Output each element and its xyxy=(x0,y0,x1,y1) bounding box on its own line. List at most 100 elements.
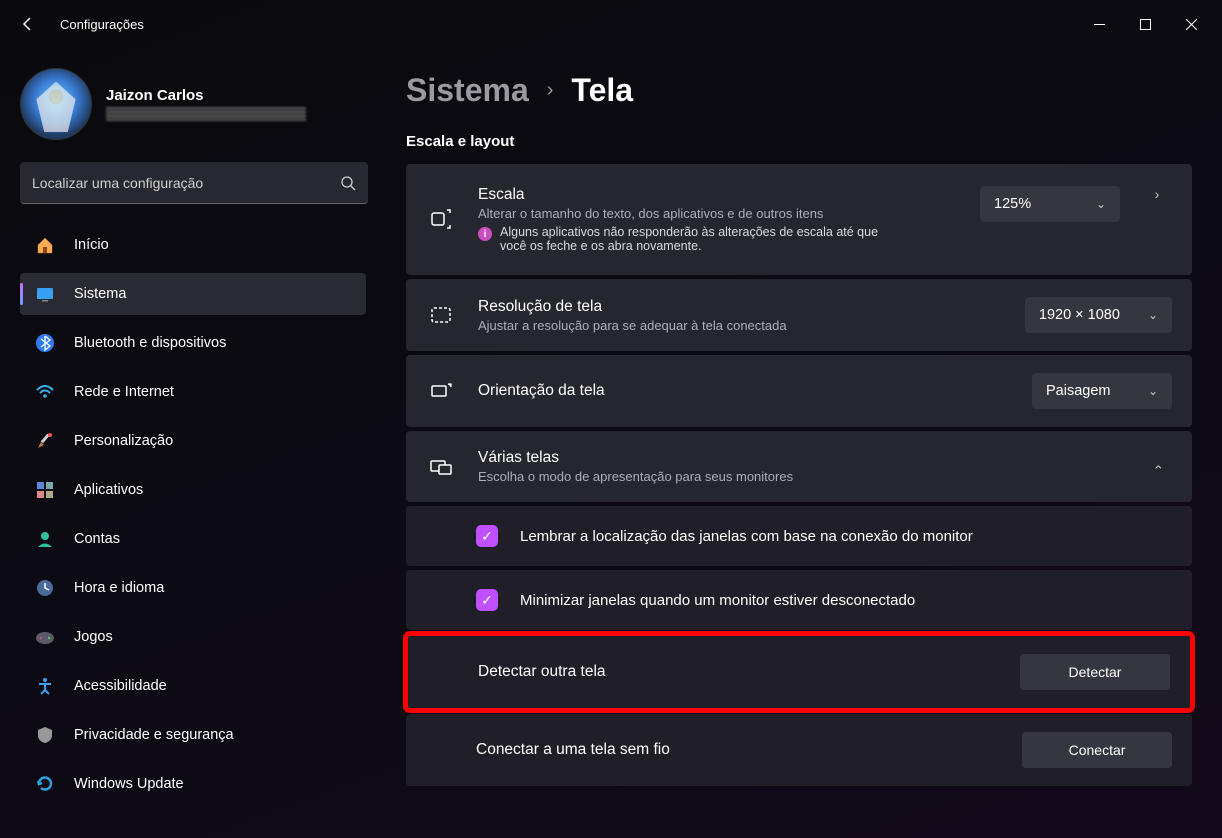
sidebar-item-personalization[interactable]: Personalização xyxy=(20,420,366,462)
sidebar-item-label: Sistema xyxy=(74,286,126,302)
card-title: Resolução de tela xyxy=(478,298,1003,316)
search-icon xyxy=(340,175,356,191)
sidebar-item-home[interactable]: Início xyxy=(20,224,366,266)
window-title: Configurações xyxy=(60,17,144,32)
sidebar-nav[interactable]: Início Sistema Bluetooth e dispositivos … xyxy=(20,224,372,838)
bluetooth-icon xyxy=(34,332,56,354)
close-icon xyxy=(1186,19,1197,30)
sidebar-item-label: Bluetooth e dispositivos xyxy=(74,335,226,351)
avatar xyxy=(20,68,92,140)
card-title: Várias telas xyxy=(478,449,1120,467)
breadcrumb-current: Tela xyxy=(571,72,633,109)
card-connect-wireless[interactable]: Conectar a uma tela sem fio Conectar xyxy=(406,714,1192,786)
card-minimize-on-disconnect[interactable]: ✓ Minimizar janelas quando um monitor es… xyxy=(406,570,1192,630)
card-title: Orientação da tela xyxy=(478,382,1010,400)
sidebar-item-label: Rede e Internet xyxy=(74,384,174,400)
maximize-icon xyxy=(1140,19,1151,30)
shield-icon xyxy=(34,724,56,746)
card-scale[interactable]: Escala Alterar o tamanho do texto, dos a… xyxy=(406,164,1192,275)
sidebar-item-label: Personalização xyxy=(74,433,173,449)
card-orientation[interactable]: Orientação da tela Paisagem ⌄ xyxy=(406,355,1192,427)
sidebar-item-system[interactable]: Sistema xyxy=(20,273,366,315)
card-multi-displays[interactable]: Várias telas Escolha o modo de apresenta… xyxy=(406,431,1192,502)
maximize-button[interactable] xyxy=(1122,8,1168,40)
select-value: 125% xyxy=(994,196,1031,212)
card-remember-window-location[interactable]: ✓ Lembrar a localização das janelas com … xyxy=(406,506,1192,566)
minimize-icon xyxy=(1094,19,1105,30)
connect-button[interactable]: Conectar xyxy=(1022,732,1172,768)
update-icon xyxy=(34,773,56,795)
sidebar: Jaizon Carlos Início Sistema xyxy=(0,48,372,838)
minimize-button[interactable] xyxy=(1076,8,1122,40)
sidebar-item-apps[interactable]: Aplicativos xyxy=(20,469,366,511)
sidebar-item-label: Aplicativos xyxy=(74,482,143,498)
info-icon: i xyxy=(478,227,492,241)
sidebar-item-accessibility[interactable]: Acessibilidade xyxy=(20,665,366,707)
back-button[interactable] xyxy=(8,4,48,44)
brush-icon xyxy=(34,430,56,452)
sidebar-item-accounts[interactable]: Contas xyxy=(20,518,366,560)
breadcrumb-parent[interactable]: Sistema xyxy=(406,72,529,109)
checkbox-remember[interactable]: ✓ xyxy=(476,525,498,547)
expand-chevron[interactable]: › xyxy=(1142,186,1172,202)
orientation-select[interactable]: Paisagem ⌄ xyxy=(1032,373,1172,409)
home-icon xyxy=(34,234,56,256)
profile-block[interactable]: Jaizon Carlos xyxy=(20,68,372,140)
person-icon xyxy=(34,528,56,550)
section-title: Escala e layout xyxy=(406,133,1192,150)
card-title: Conectar a uma tela sem fio xyxy=(476,741,670,759)
card-detect-display[interactable]: Detectar outra tela Detectar xyxy=(406,634,1192,710)
system-icon xyxy=(34,283,56,305)
apps-icon xyxy=(34,479,56,501)
card-title: Escala xyxy=(478,186,958,204)
search-box[interactable] xyxy=(20,162,368,204)
select-value: 1920 × 1080 xyxy=(1039,307,1120,323)
card-subtitle: Ajustar a resolução para se adequar à te… xyxy=(478,318,1003,333)
select-value: Paisagem xyxy=(1046,383,1110,399)
chevron-down-icon: ⌄ xyxy=(1096,197,1106,211)
sidebar-item-label: Hora e idioma xyxy=(74,580,164,596)
title-bar: Configurações xyxy=(0,0,1222,48)
search-input[interactable] xyxy=(32,175,340,191)
detect-button[interactable]: Detectar xyxy=(1020,654,1170,690)
sidebar-item-gaming[interactable]: Jogos xyxy=(20,616,366,658)
sidebar-item-time-language[interactable]: Hora e idioma xyxy=(20,567,366,609)
sidebar-item-privacy[interactable]: Privacidade e segurança xyxy=(20,714,366,756)
checkbox-minimize[interactable]: ✓ xyxy=(476,589,498,611)
breadcrumb: Sistema › Tela xyxy=(406,72,1192,109)
resolution-select[interactable]: 1920 × 1080 ⌄ xyxy=(1025,297,1172,333)
content-area[interactable]: Sistema › Tela Escala e layout Escala Al… xyxy=(372,48,1222,838)
chevron-right-icon: › xyxy=(547,79,554,102)
close-button[interactable] xyxy=(1168,8,1214,40)
sidebar-item-bluetooth[interactable]: Bluetooth e dispositivos xyxy=(20,322,366,364)
card-title: Detectar outra tela xyxy=(478,663,606,681)
orientation-icon xyxy=(426,376,456,406)
wifi-icon xyxy=(34,381,56,403)
sidebar-item-label: Privacidade e segurança xyxy=(74,727,234,743)
sidebar-item-label: Windows Update xyxy=(74,776,184,792)
window-controls xyxy=(1076,8,1214,40)
sidebar-item-network[interactable]: Rede e Internet xyxy=(20,371,366,413)
chevron-down-icon: ⌄ xyxy=(1148,308,1158,322)
sidebar-item-label: Acessibilidade xyxy=(74,678,167,694)
multi-display-icon xyxy=(426,452,456,482)
card-resolution[interactable]: Resolução de tela Ajustar a resolução pa… xyxy=(406,279,1192,351)
sidebar-item-label: Jogos xyxy=(74,629,113,645)
scale-select[interactable]: 125% ⌄ xyxy=(980,186,1120,222)
card-warning: i Alguns aplicativos não responderão às … xyxy=(478,225,958,253)
card-subtitle: Escolha o modo de apresentação para seus… xyxy=(478,469,1120,484)
arrow-left-icon xyxy=(20,16,36,32)
card-subtitle: Alterar o tamanho do texto, dos aplicati… xyxy=(478,206,958,221)
resolution-icon xyxy=(426,300,456,330)
gamepad-icon xyxy=(34,626,56,648)
profile-email-redacted xyxy=(106,107,306,121)
chevron-down-icon: ⌄ xyxy=(1148,384,1158,398)
checkbox-label: Minimizar janelas quando um monitor esti… xyxy=(520,592,915,609)
scale-icon xyxy=(426,204,456,234)
sidebar-item-update[interactable]: Windows Update xyxy=(20,763,366,805)
accessibility-icon xyxy=(34,675,56,697)
collapse-chevron[interactable]: › xyxy=(1149,452,1165,482)
checkbox-label: Lembrar a localização das janelas com ba… xyxy=(520,528,973,545)
profile-name: Jaizon Carlos xyxy=(106,87,306,104)
clock-icon xyxy=(34,577,56,599)
